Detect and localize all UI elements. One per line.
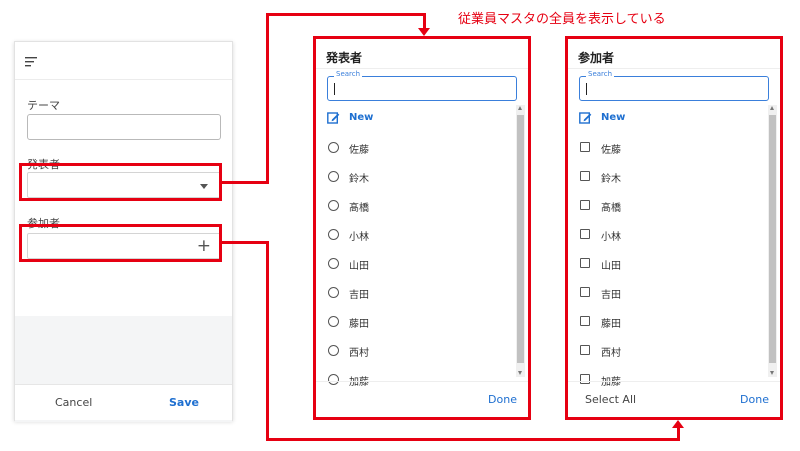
list-item[interactable]: 吉田 <box>568 279 768 308</box>
connector-line <box>266 241 269 441</box>
scroll-thumb[interactable] <box>517 115 524 363</box>
annotation-text: 従業員マスタの全員を表示している <box>458 12 666 27</box>
new-label: New <box>349 112 374 123</box>
theme-input[interactable] <box>27 114 221 140</box>
item-label: 髙橋 <box>601 203 621 214</box>
list-item[interactable]: 山田 <box>568 250 768 279</box>
form-header <box>15 42 232 80</box>
search-input[interactable]: Search <box>579 70 769 101</box>
checkbox[interactable] <box>580 287 590 297</box>
list-item[interactable]: 藤田 <box>316 308 516 337</box>
connector-line <box>266 13 269 184</box>
item-label: 山田 <box>349 261 369 272</box>
new-item[interactable]: New <box>568 105 768 134</box>
item-label: 佐藤 <box>601 145 621 156</box>
item-label: 西村 <box>601 348 621 359</box>
checkbox[interactable] <box>580 316 590 326</box>
participants-highlight <box>19 224 222 262</box>
item-label: 西村 <box>349 348 369 359</box>
list-item[interactable]: 藤田 <box>568 308 768 337</box>
cancel-button[interactable]: Cancel <box>55 396 92 409</box>
sort-menu-icon[interactable] <box>25 56 39 68</box>
item-label: 鈴木 <box>349 174 369 185</box>
scrollbar[interactable] <box>516 105 525 377</box>
scroll-thumb[interactable] <box>769 115 776 363</box>
connector-line <box>423 13 426 29</box>
radio-button[interactable] <box>328 316 339 327</box>
connector-line <box>266 438 680 441</box>
item-label: 吉田 <box>349 290 369 301</box>
theme-label: テーマ <box>27 99 60 112</box>
list-item[interactable]: 小林 <box>568 221 768 250</box>
scrollbar[interactable] <box>768 105 777 377</box>
checkbox[interactable] <box>580 200 590 210</box>
dialog-title: 参加者 <box>578 51 615 65</box>
edit-icon <box>327 112 340 124</box>
done-button[interactable]: Done <box>488 393 517 406</box>
connector-line <box>222 241 269 244</box>
scroll-down-icon[interactable] <box>518 371 522 375</box>
item-label: 山田 <box>601 261 621 272</box>
connector-line <box>222 181 269 184</box>
radio-button[interactable] <box>328 258 339 269</box>
scroll-up-icon[interactable] <box>770 106 774 110</box>
new-label: New <box>601 112 626 123</box>
radio-button[interactable] <box>328 142 339 153</box>
save-button[interactable]: Save <box>169 396 199 409</box>
presenter-list: New 佐藤 鈴木 髙橋 小林 山田 吉田 藤田 西村 加藤 <box>316 105 516 395</box>
participant-dialog: 参加者 Search New 佐藤 鈴木 髙橋 小林 山田 吉田 藤田 西村 加… <box>565 36 783 420</box>
checkbox[interactable] <box>580 229 590 239</box>
item-label: 小林 <box>349 232 369 243</box>
presenter-highlight <box>19 163 222 201</box>
dialog-title: 発表者 <box>326 51 363 65</box>
checkbox[interactable] <box>580 258 590 268</box>
checkbox[interactable] <box>580 345 590 355</box>
arrow-up-icon <box>672 420 684 428</box>
item-label: 鈴木 <box>601 174 621 185</box>
arrow-down-icon <box>418 28 430 36</box>
select-all-button[interactable]: Select All <box>585 393 636 406</box>
search-label: Search <box>586 70 615 78</box>
item-label: 髙橋 <box>349 203 369 214</box>
text-cursor <box>586 83 587 95</box>
radio-button[interactable] <box>328 345 339 356</box>
list-item[interactable]: 西村 <box>568 337 768 366</box>
dialog-footer: Select All Done <box>568 381 780 417</box>
checkbox[interactable] <box>580 171 590 181</box>
dialog-footer: Done <box>316 381 528 417</box>
item-label: 藤田 <box>349 319 369 330</box>
radio-button[interactable] <box>328 287 339 298</box>
connector-line <box>266 13 426 16</box>
item-label: 藤田 <box>601 319 621 330</box>
participant-list: New 佐藤 鈴木 髙橋 小林 山田 吉田 藤田 西村 加藤 <box>568 105 768 395</box>
checkbox[interactable] <box>580 142 590 152</box>
connector-line <box>677 428 680 441</box>
list-item[interactable]: 髙橋 <box>568 192 768 221</box>
list-item[interactable]: 西村 <box>316 337 516 366</box>
list-item[interactable]: 佐藤 <box>316 134 516 163</box>
radio-button[interactable] <box>328 200 339 211</box>
edit-icon <box>579 112 592 124</box>
list-item[interactable]: 髙橋 <box>316 192 516 221</box>
presenter-dialog: 発表者 Search New 佐藤 鈴木 髙橋 小林 山田 吉田 藤田 西村 加… <box>313 36 531 420</box>
new-item[interactable]: New <box>316 105 516 134</box>
scroll-down-icon[interactable] <box>770 371 774 375</box>
item-label: 吉田 <box>601 290 621 301</box>
list-item[interactable]: 山田 <box>316 250 516 279</box>
radio-button[interactable] <box>328 171 339 182</box>
done-button[interactable]: Done <box>740 393 769 406</box>
search-label: Search <box>334 70 363 78</box>
list-item[interactable]: 吉田 <box>316 279 516 308</box>
scroll-up-icon[interactable] <box>518 106 522 110</box>
list-item[interactable]: 小林 <box>316 221 516 250</box>
search-input[interactable]: Search <box>327 70 517 101</box>
list-item[interactable]: 佐藤 <box>568 134 768 163</box>
text-cursor <box>334 83 335 95</box>
item-label: 小林 <box>601 232 621 243</box>
item-label: 佐藤 <box>349 145 369 156</box>
radio-button[interactable] <box>328 229 339 240</box>
list-item[interactable]: 鈴木 <box>316 163 516 192</box>
list-item[interactable]: 鈴木 <box>568 163 768 192</box>
form-footer: Cancel Save <box>15 384 232 420</box>
